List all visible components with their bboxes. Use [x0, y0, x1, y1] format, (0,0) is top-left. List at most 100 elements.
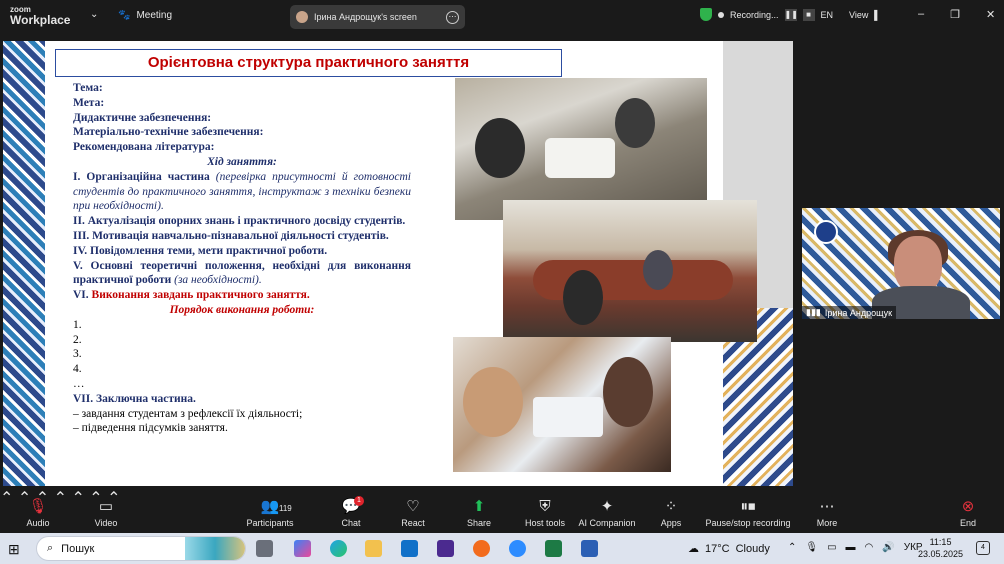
pause-stop-icon: ⏸⏹ — [740, 498, 756, 515]
taskbar-clock[interactable]: 11:15 23.05.2025 — [918, 536, 963, 560]
muted-microphone-icon: 🎙 — [28, 498, 48, 515]
meeting-info-button[interactable]: 🐾 Meeting — [118, 10, 172, 21]
file-explorer-icon[interactable] — [365, 540, 382, 557]
microphone-icon[interactable]: 🎙 — [805, 542, 818, 553]
task-view-icon[interactable] — [256, 540, 273, 557]
outline-line: Мета: — [73, 96, 105, 109]
meeting-toolbar: 🎙 Audio ⌃ ▭ Video ⌃ 👥 119 Participants ⌃ … — [0, 488, 1004, 532]
notification-icon[interactable]: 4 — [976, 541, 990, 555]
outline-line: Дидактичне забезпечення: — [73, 111, 212, 124]
shared-slide: Орієнтовна структура практичного заняття… — [3, 41, 793, 486]
language-label[interactable]: EN — [821, 10, 834, 20]
university-emblem — [814, 220, 838, 244]
outline-heading: Хід заняття: — [207, 155, 277, 168]
zoom-logo-bottom: Workplace — [10, 13, 71, 27]
chat-button[interactable]: 💬 1 Chat — [316, 496, 386, 528]
search-icon: ⌕ — [47, 542, 54, 554]
outline-step: 4. — [73, 363, 82, 376]
outline-line: ІІ. Актуалізація опорних знань і практич… — [73, 215, 406, 228]
host-tools-button[interactable]: ⛨ Host tools — [510, 498, 580, 528]
share-arrow-icon: ⬆ — [472, 498, 486, 515]
window-controls: – ❐ ✕ — [918, 8, 995, 21]
copilot-icon[interactable] — [294, 540, 311, 557]
outline-line: VII. Заключна частина. — [73, 392, 196, 405]
edge-icon[interactable] — [330, 540, 347, 557]
slide-outline: Тема: Мета: Дидактичне забезпечення: Мат… — [73, 81, 411, 436]
outline-subheading: Порядок виконання роботи: — [169, 303, 315, 316]
outline-line: Тема: — [73, 82, 103, 94]
meeting-label: Meeting — [136, 10, 173, 21]
tray-chevron-icon[interactable]: ⌃ — [788, 542, 796, 553]
firefox-icon[interactable] — [473, 540, 490, 557]
more-dots-icon: ⋯ — [819, 498, 835, 515]
outline-line: VI. Виконання завдань практичного занятт… — [73, 289, 310, 302]
wifi-icon[interactable]: ◠ — [865, 542, 874, 553]
outline-step: … — [73, 377, 85, 390]
end-meeting-button[interactable]: ⊗ End — [933, 498, 1003, 528]
zoom-logo: zoom Workplace — [10, 5, 71, 27]
photo-computer-classroom — [503, 200, 757, 342]
heart-icon: ♡ — [406, 498, 420, 515]
recording-dot-icon — [718, 11, 724, 18]
share-label: Ірина Андрощук's screen — [314, 12, 417, 22]
outline-step: 3. — [73, 348, 82, 361]
stop-recording-icon[interactable]: ■ — [802, 8, 815, 21]
sharer-avatar — [296, 11, 308, 23]
camera-icon: ▭ — [98, 498, 114, 515]
recording-label: Recording... — [730, 9, 779, 20]
volume-icon[interactable]: 🔊 — [882, 542, 894, 553]
view-label: View — [849, 10, 869, 20]
outline-bullet: – завдання студентам з рефлексії їх діял… — [73, 407, 303, 420]
windows-taskbar: ⊞ ⌕ Пошук ☁ 17°C Cloudy ⌃ 🎙 ▭ ▬ ◠ 🔊 УКР … — [0, 533, 1004, 564]
chat-icon: 💬 1 — [316, 496, 386, 518]
outline-line: І. Організаційна частина (перевірка прис… — [73, 170, 412, 213]
view-grid-icon: ▐ — [870, 10, 878, 20]
pause-stop-recording-button[interactable]: ⏸⏹ Pause/stop recording — [700, 498, 796, 528]
meeting-stage: Орієнтовна структура практичного заняття… — [0, 34, 1004, 488]
share-button[interactable]: ⬆ Share — [444, 498, 514, 528]
outline-line: Рекомендована література: — [73, 141, 215, 154]
apps-button[interactable]: ⁘ Apps — [636, 498, 706, 528]
word-icon[interactable] — [581, 540, 598, 557]
restore-icon[interactable]: ❐ — [950, 8, 960, 21]
screen-share-indicator[interactable]: Ірина Андрощук's screen ⋯ — [290, 5, 465, 29]
search-placeholder: Пошук — [61, 542, 95, 555]
ai-companion-button[interactable]: ✦ AI Companion — [572, 498, 642, 528]
more-button[interactable]: ⋯ More — [792, 498, 862, 528]
battery-icon[interactable]: ▬ — [846, 542, 856, 553]
weather-widget[interactable]: ☁ 17°C Cloudy — [688, 542, 770, 556]
video-button[interactable]: ▭ Video — [71, 498, 141, 528]
participants-button[interactable]: 👥 119 Participants — [235, 498, 305, 528]
outline-line: ІІІ. Мотивація навчально-пізнавальної ді… — [73, 229, 389, 242]
recording-status: Recording... ❚❚ ■ EN — [700, 8, 833, 21]
signal-icon: ▮▮▮ — [806, 307, 821, 317]
security-shield-icon[interactable] — [700, 8, 712, 21]
sparkle-icon: ✦ — [600, 498, 614, 515]
outline-step: 1. — [73, 318, 82, 331]
slide-ornament-left — [3, 41, 45, 486]
outline-line: V. Основні теоретичні положення, необхід… — [73, 259, 411, 287]
chevron-down-icon[interactable]: ⌄ — [90, 9, 98, 20]
pause-recording-icon[interactable]: ❚❚ — [784, 8, 798, 21]
minimize-icon[interactable]: – — [918, 8, 924, 21]
chat-badge: 1 — [354, 496, 364, 506]
taskbar-search[interactable]: ⌕ Пошук — [36, 536, 246, 561]
apps-icon: ⁘ — [664, 498, 678, 515]
cast-icon[interactable]: ▭ — [827, 542, 836, 553]
participant-video-tile[interactable]: ▮▮▮ Ірина Андрощук — [802, 208, 1000, 319]
participants-count: 119 — [279, 504, 292, 513]
search-highlight-image — [185, 537, 245, 560]
outline-line: Матеріально-технічне забезпечення: — [73, 126, 264, 139]
audio-button[interactable]: 🎙 Audio — [3, 498, 73, 528]
outlook-icon[interactable] — [401, 540, 418, 557]
shield-icon: ⛨ — [539, 498, 551, 515]
view-button[interactable]: View ▐ — [849, 10, 877, 20]
zoom-taskbar-icon[interactable] — [509, 540, 526, 557]
excel-icon[interactable] — [545, 540, 562, 557]
more-options-icon[interactable]: ⋯ — [446, 10, 459, 24]
windows-start-icon[interactable]: ⊞ — [8, 541, 20, 558]
save-app-icon[interactable] — [437, 540, 454, 557]
slide-title: Орієнтовна структура практичного заняття — [55, 49, 562, 77]
close-icon[interactable]: ✕ — [986, 8, 995, 21]
react-button[interactable]: ♡ React — [378, 498, 448, 528]
